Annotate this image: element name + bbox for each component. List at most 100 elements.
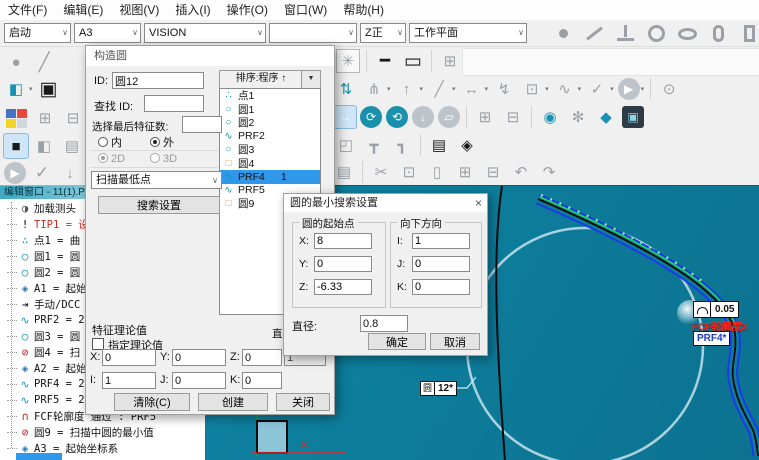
coord-input[interactable] <box>412 279 470 295</box>
close-icon[interactable]: × <box>475 194 482 212</box>
construct-method-select[interactable]: 扫描最低点 ∨ <box>91 171 222 189</box>
alignment-combo[interactable]: A3∨ <box>74 23 141 43</box>
gears-icon[interactable]: ✻ <box>566 105 590 129</box>
radio-outer[interactable]: 外 <box>150 134 174 150</box>
close-button[interactable]: 关闭 <box>276 393 330 411</box>
menu-item-5[interactable]: 窗口(W) <box>276 0 335 20</box>
window-split-icon[interactable]: ⊞ <box>33 106 57 130</box>
clipboard-add-icon[interactable]: ⊞ <box>473 105 497 129</box>
rotate-button[interactable]: ⟳ <box>360 106 382 128</box>
dropdown-arrow-icon[interactable]: ▾ <box>641 85 645 93</box>
cancel-button[interactable]: 取消 <box>430 333 480 350</box>
feature-list-item[interactable]: ○圆1 <box>220 103 320 117</box>
window-save-icon[interactable]: ⊞ <box>438 49 462 73</box>
model-cubes-icon[interactable]: ◧ <box>32 134 56 158</box>
clear-button[interactable]: 清除(C) <box>114 393 190 411</box>
curve-gear-icon[interactable]: ∿ <box>553 77 577 101</box>
paste-icon[interactable]: ▯ <box>425 160 449 184</box>
prf-feature-label[interactable]: PRF4* <box>693 331 730 346</box>
plane-shield-icon[interactable]: ▤ <box>427 133 451 157</box>
menu-item-3[interactable]: 插入(I) <box>167 0 218 20</box>
window-cascade-icon[interactable]: ⊟ <box>61 106 85 130</box>
feature-list-item[interactable]: ○圆3 <box>220 143 320 157</box>
view-axis-combo[interactable]: Z正∨ <box>360 23 406 43</box>
coord-input[interactable] <box>314 279 372 295</box>
last-feature-count-input[interactable] <box>182 116 222 133</box>
list-view-icon[interactable]: ▤ <box>60 134 84 158</box>
point-feature-icon[interactable] <box>551 22 576 45</box>
coord-input[interactable] <box>412 256 470 272</box>
duplicate-icon[interactable]: ⊡ <box>520 77 544 101</box>
create-button[interactable]: 创建 <box>198 393 268 411</box>
line-feature-icon[interactable] <box>582 22 607 45</box>
search-settings-button[interactable]: 搜索设置 <box>98 196 220 214</box>
transform-flash-icon[interactable]: ↯ <box>492 77 516 101</box>
radio-2d[interactable]: 2D <box>98 153 125 165</box>
radio-inner[interactable]: 内 <box>98 134 122 150</box>
move-up-icon[interactable]: ↑ <box>395 77 419 101</box>
tip-combo[interactable]: ∨ <box>269 23 357 43</box>
probe-axes-icon[interactable]: ⇅ <box>334 77 358 101</box>
sensor-combo[interactable]: VISION∨ <box>144 23 266 43</box>
sensor-tree-icon[interactable]: ⋔ <box>362 77 386 101</box>
paint-roller-button[interactable]: ▱ <box>438 106 460 128</box>
workplane-combo[interactable]: 工作平面∨ <box>409 23 527 43</box>
cube-view-icon[interactable]: ▣ <box>622 106 644 128</box>
dialog-title[interactable]: 构造圆 <box>86 46 334 66</box>
ellipse-feature-icon[interactable] <box>675 22 700 45</box>
dialog-title[interactable]: 圆的最小搜索设置 × <box>284 194 487 212</box>
redo-icon[interactable]: ↷ <box>537 160 561 184</box>
coord-input[interactable] <box>172 372 226 389</box>
feature-list-item[interactable]: □圆4 <box>220 157 320 171</box>
view-bulb-icon[interactable]: ◉ <box>538 105 562 129</box>
insert-down-icon[interactable]: ↓ <box>58 161 82 185</box>
nav-arrow-button[interactable]: → <box>334 106 356 128</box>
find-id-input[interactable] <box>144 95 204 112</box>
menu-item-1[interactable]: 编辑(E) <box>55 0 111 20</box>
cube-shield-icon[interactable]: ◈ <box>455 133 479 157</box>
dropdown-arrow-icon[interactable]: ▾ <box>387 85 391 93</box>
confirm-icon[interactable]: ✓ <box>30 161 54 185</box>
feature-list-item[interactable]: ∿PRF2 <box>220 130 320 144</box>
tree-item[interactable]: ⊘圆9 = 扫描中圆的最小值 <box>0 424 205 440</box>
draw-rect-icon[interactable]: ▭ <box>401 49 425 73</box>
fcf-frame-label[interactable]: 0.05 <box>693 301 739 318</box>
view-solid-icon[interactable]: ◧ <box>4 77 28 101</box>
clipboard-shift-icon[interactable]: ⊟ <box>501 105 525 129</box>
check-tool-icon[interactable]: ✓ <box>585 77 609 101</box>
probe-down-button[interactable]: ↓ <box>412 106 434 128</box>
menu-item-6[interactable]: 帮助(H) <box>335 0 392 20</box>
model-cube-icon[interactable]: ■ <box>4 134 28 158</box>
feature-list-item[interactable]: ∴点1 <box>220 89 320 103</box>
tile-colors-icon[interactable] <box>5 108 28 129</box>
coord-input[interactable] <box>412 233 470 249</box>
dropdown-arrow-icon[interactable]: ▾ <box>578 85 582 93</box>
coord-input[interactable] <box>314 233 372 249</box>
mode-combo[interactable]: 启动∨ <box>4 23 71 43</box>
dropdown-arrow-icon[interactable]: ▾ <box>452 85 456 93</box>
ok-button[interactable]: 确定 <box>368 333 426 350</box>
clamp-corner-icon[interactable]: ┓ <box>390 133 414 157</box>
menu-item-0[interactable]: 文件(F) <box>0 0 55 20</box>
circle-feature-icon[interactable] <box>644 22 669 45</box>
tree-item-partial-selected[interactable] <box>16 453 62 460</box>
distance-icon[interactable]: ↔ <box>460 77 484 101</box>
pattern-button[interactable]: ✳ <box>336 49 360 73</box>
execute-icon[interactable]: ▶ <box>618 78 640 100</box>
coord-input[interactable] <box>102 349 156 366</box>
sort-header-button[interactable]: 排序:程序 ↑ <box>219 70 303 89</box>
camera-icon[interactable]: ⊙ <box>657 77 681 101</box>
coord-input[interactable] <box>314 256 372 272</box>
coord-input[interactable] <box>172 349 226 366</box>
dropdown-arrow-icon[interactable]: ▾ <box>545 85 549 93</box>
undo-icon[interactable]: ↶ <box>509 160 533 184</box>
dropdown-arrow-icon[interactable]: ▾ <box>29 85 33 93</box>
line-feature2-icon[interactable]: ╱ <box>427 77 451 101</box>
coord-input[interactable] <box>102 372 156 389</box>
coord-input[interactable] <box>242 372 282 389</box>
diameter-input[interactable] <box>360 315 408 332</box>
menu-item-2[interactable]: 视图(V) <box>111 0 167 20</box>
dropdown-arrow-icon[interactable]: ▾ <box>420 85 424 93</box>
rotate-3d-button[interactable]: ⟲ <box>386 106 408 128</box>
clamp-icon[interactable]: ┳ <box>362 133 386 157</box>
